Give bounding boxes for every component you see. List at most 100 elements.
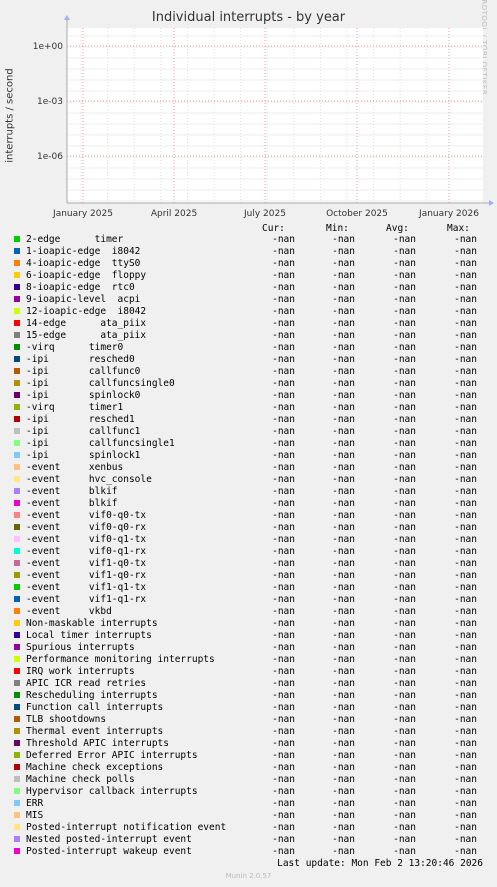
legend-cur-value: -nan — [272, 366, 295, 377]
legend-label: MIS — [26, 810, 44, 821]
legend-row: Spurious interrupts -nan -nan -nan -nan — [0, 642, 497, 654]
legend-min-value: -nan — [332, 690, 355, 701]
legend-avg-value: -nan — [393, 570, 416, 581]
legend-row: -virq timer0 -nan -nan -nan -nan — [0, 342, 497, 354]
legend-avg-value: -nan — [393, 474, 416, 485]
legend-max-value: -nan — [454, 750, 477, 761]
legend-row: IRQ work interrupts -nan -nan -nan -nan — [0, 666, 497, 678]
legend-label: Threshold APIC interrupts — [26, 738, 169, 749]
y-tick-label: 1e-03 — [37, 97, 63, 107]
legend-max-value: -nan — [454, 726, 477, 737]
legend-cur-value: -nan — [272, 330, 295, 341]
legend-max-value: -nan — [454, 450, 477, 461]
legend-max-value: -nan — [454, 510, 477, 521]
legend-swatch — [14, 812, 20, 818]
legend-row: 15-edge ata_piix -nan -nan -nan -nan — [0, 330, 497, 342]
legend-cur-value: -nan — [272, 450, 295, 461]
legend-avg-value: -nan — [393, 786, 416, 797]
legend-swatch — [14, 500, 20, 506]
legend-min-value: -nan — [332, 714, 355, 725]
legend-label: 2-edge timer — [26, 234, 124, 245]
legend-min-value: -nan — [332, 282, 355, 293]
legend-label: TLB shootdowns — [26, 714, 107, 725]
legend-max-value: -nan — [454, 426, 477, 437]
legend-label: -event blkif — [26, 486, 118, 497]
x-tick-label: July 2025 — [243, 209, 286, 219]
legend-avg-value: -nan — [393, 798, 416, 809]
legend-cur-value: -nan — [272, 402, 295, 413]
legend-label: -event vif0-q1-tx — [26, 534, 147, 545]
legend-label: -event vif0-q1-rx — [26, 546, 147, 557]
legend-max-value: -nan — [454, 498, 477, 509]
legend-cur-value: -nan — [272, 414, 295, 425]
legend-row: Nested posted-interrupt event -nan -nan -na… — [0, 834, 497, 846]
legend-avg-value: -nan — [393, 534, 416, 545]
legend-min-value: -nan — [332, 270, 355, 281]
legend-label: Posted-interrupt notification event — [26, 822, 227, 833]
legend-row: Deferred Error APIC interrupts -nan -nan -n… — [0, 750, 497, 762]
legend-max-value: -nan — [454, 534, 477, 545]
legend-swatch — [14, 800, 20, 806]
legend-max-value: -nan — [454, 474, 477, 485]
legend-label: Posted-interrupt wakeup event — [26, 846, 192, 857]
legend-row: -event blkif -nan -nan -nan -nan — [0, 498, 497, 510]
legend-cur-value: -nan — [272, 846, 295, 857]
legend-avg-value: -nan — [393, 522, 416, 533]
y-tick-label: 1e-06 — [37, 152, 63, 162]
legend-swatch — [14, 332, 20, 338]
legend-row: 1-ioapic-edge i8042 -nan -nan -nan -nan — [0, 246, 497, 258]
header-avg: Avg: — [386, 223, 409, 234]
legend-label: Function call interrupts — [26, 702, 164, 713]
legend-max-value: -nan — [454, 762, 477, 773]
legend-label: IRQ work interrupts — [26, 666, 135, 677]
legend-swatch — [14, 848, 20, 854]
legend-avg-value: -nan — [393, 258, 416, 269]
legend-min-value: -nan — [332, 294, 355, 305]
legend-swatch — [14, 296, 20, 302]
legend-row: -ipi callfunc0 -nan -nan -nan -nan — [0, 366, 497, 378]
legend: 2-edge timer -nan -nan -nan -nan 1-ioapic-edg… — [0, 234, 497, 858]
legend-swatch — [14, 404, 20, 410]
legend-row: -event vif1-q0-tx -nan -nan -nan -nan — [0, 558, 497, 570]
legend-min-value: -nan — [332, 762, 355, 773]
munin-version: Munin 2.0.57 — [225, 872, 272, 880]
legend-avg-value: -nan — [393, 834, 416, 845]
legend-cur-value: -nan — [272, 726, 295, 737]
legend-min-value: -nan — [332, 750, 355, 761]
legend-row: -event blkif -nan -nan -nan -nan — [0, 486, 497, 498]
legend-max-value: -nan — [454, 462, 477, 473]
legend-avg-value: -nan — [393, 546, 416, 557]
legend-max-value: -nan — [454, 582, 477, 593]
legend-avg-value: -nan — [393, 378, 416, 389]
legend-max-value: -nan — [454, 594, 477, 605]
legend-min-value: -nan — [332, 258, 355, 269]
legend-avg-value: -nan — [393, 666, 416, 677]
legend-row: -ipi callfunc1 -nan -nan -nan -nan — [0, 426, 497, 438]
x-tick-label: January 2025 — [52, 209, 113, 219]
legend-min-value: -nan — [332, 414, 355, 425]
plot-background — [67, 28, 483, 203]
x-axis-arrow — [489, 200, 494, 206]
legend-label: Rescheduling interrupts — [26, 690, 158, 701]
legend-cur-value: -nan — [272, 522, 295, 533]
legend-row: Thermal event interrupts -nan -nan -nan -nan — [0, 726, 497, 738]
legend-max-value: -nan — [454, 414, 477, 425]
legend-swatch — [14, 680, 20, 686]
legend-cur-value: -nan — [272, 678, 295, 689]
legend-max-value: -nan — [454, 378, 477, 389]
legend-min-value: -nan — [332, 306, 355, 317]
legend-label: -ipi callfunc0 — [26, 366, 141, 377]
legend-min-value: -nan — [332, 426, 355, 437]
legend-label: -event vif1-q0-rx — [26, 570, 147, 581]
legend-swatch — [14, 596, 20, 602]
legend-avg-value: -nan — [393, 738, 416, 749]
legend-cur-value: -nan — [272, 258, 295, 269]
legend-row: MIS -nan -nan -nan -nan — [0, 810, 497, 822]
legend-swatch — [14, 344, 20, 350]
legend-avg-value: -nan — [393, 366, 416, 377]
legend-cur-value: -nan — [272, 822, 295, 833]
legend-min-value: -nan — [332, 678, 355, 689]
legend-avg-value: -nan — [393, 234, 416, 245]
legend-max-value: -nan — [454, 654, 477, 665]
legend-max-value: -nan — [454, 366, 477, 377]
